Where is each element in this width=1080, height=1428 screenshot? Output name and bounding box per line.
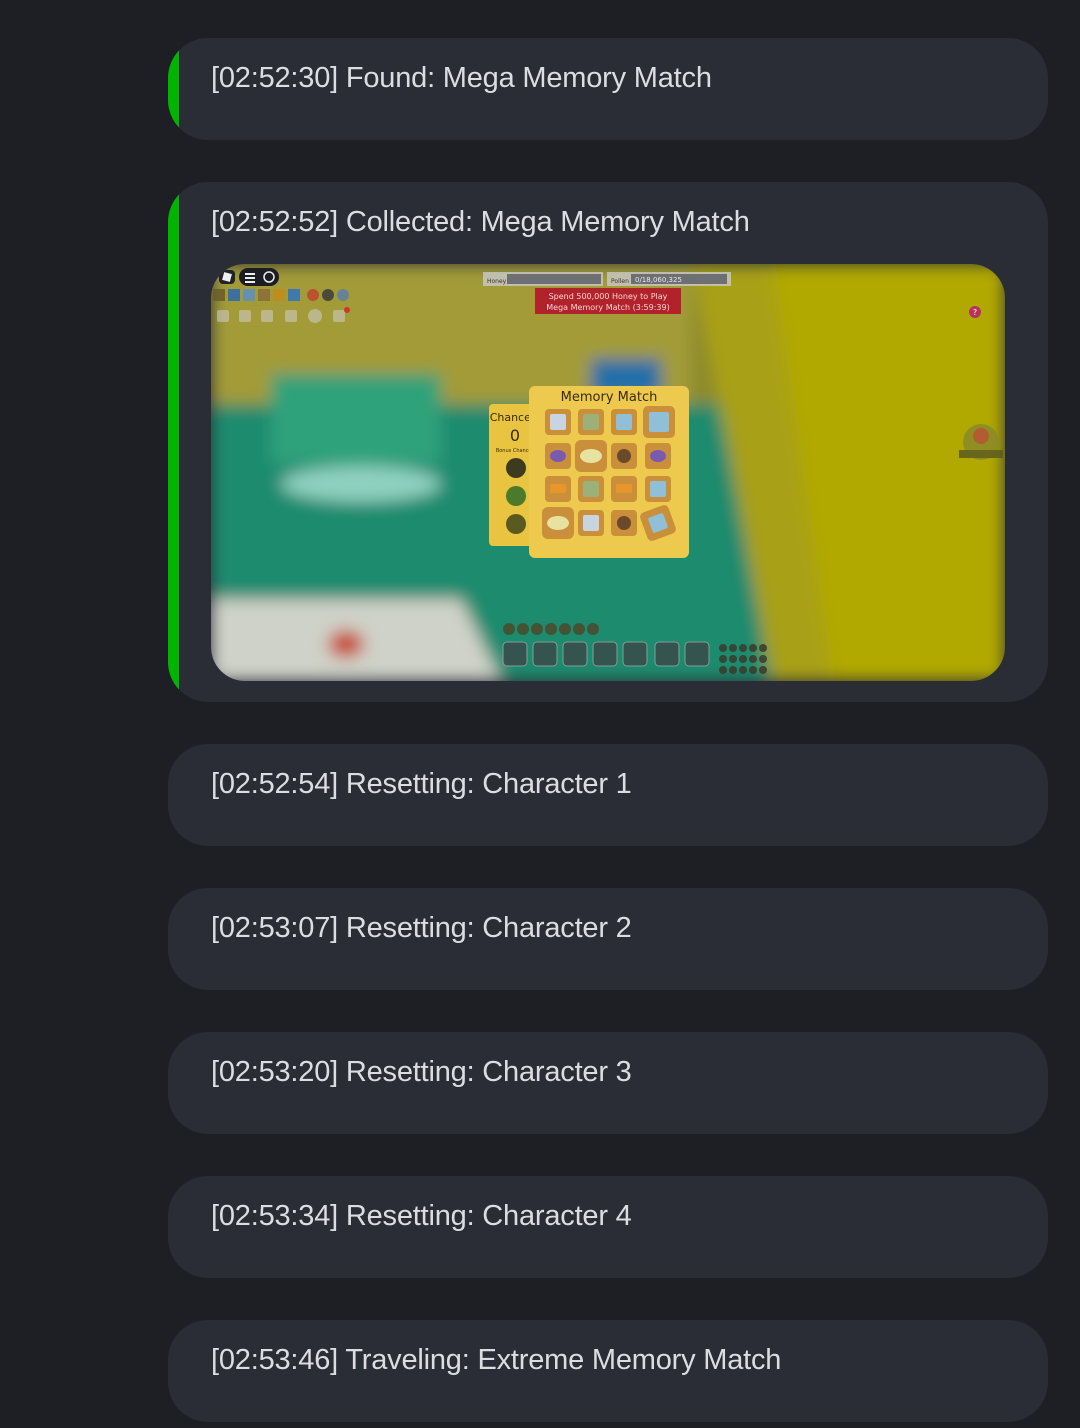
embed-text: [02:52:54] Resetting: Character 1 bbox=[211, 768, 632, 800]
embed-text: [02:53:07] Resetting: Character 2 bbox=[211, 912, 632, 944]
banner-line-1: Spend 500,000 Honey to Play bbox=[549, 292, 668, 301]
embed-text: [02:53:46] Traveling: Extreme Memory Mat… bbox=[211, 1344, 782, 1376]
embed-text: [02:52:52] Collected: Mega Memory Match bbox=[211, 206, 750, 238]
bonus-chances-label: Bonus Chances bbox=[496, 448, 535, 454]
embed-accent-bar bbox=[168, 38, 179, 140]
banner-line-2: Mega Memory Match (3:59:39) bbox=[546, 303, 669, 312]
embed-reset-1: [02:52:54] Resetting: Character 1 bbox=[168, 744, 1048, 846]
game-screenshot[interactable]: Honey Pollen 0/18,060,325 Spend 500,000 … bbox=[211, 264, 1005, 681]
embed-traveling: [02:53:46] Traveling: Extreme Memory Mat… bbox=[168, 1320, 1048, 1422]
svg-text:?: ? bbox=[973, 308, 977, 317]
embed-collected: [02:52:52] Collected: Mega Memory Match bbox=[168, 182, 1048, 702]
chances-value: 0 bbox=[510, 426, 520, 445]
message-feed: [02:52:30] Found: Mega Memory Match [02:… bbox=[0, 0, 1080, 1428]
pollen-value: 0/18,060,325 bbox=[635, 276, 682, 284]
embed-text: [02:53:20] Resetting: Character 3 bbox=[211, 1056, 632, 1088]
embed-reset-3: [02:53:20] Resetting: Character 3 bbox=[168, 1032, 1048, 1134]
embed-accent-bar bbox=[168, 182, 179, 702]
embed-found: [02:52:30] Found: Mega Memory Match bbox=[168, 38, 1048, 140]
embed-reset-4: [02:53:34] Resetting: Character 4 bbox=[168, 1176, 1048, 1278]
honey-label: Honey bbox=[487, 278, 507, 285]
memory-match-panel: Chances: 0 Bonus Chances Memory Match bbox=[489, 386, 689, 558]
help-icon[interactable]: ? bbox=[969, 306, 981, 318]
embed-text: [02:52:30] Found: Mega Memory Match bbox=[211, 62, 712, 94]
embed-text: [02:53:34] Resetting: Character 4 bbox=[211, 1200, 632, 1232]
pollen-label: Pollen bbox=[611, 278, 629, 285]
embed-reset-2: [02:53:07] Resetting: Character 2 bbox=[168, 888, 1048, 990]
memory-match-title: Memory Match bbox=[561, 390, 658, 405]
